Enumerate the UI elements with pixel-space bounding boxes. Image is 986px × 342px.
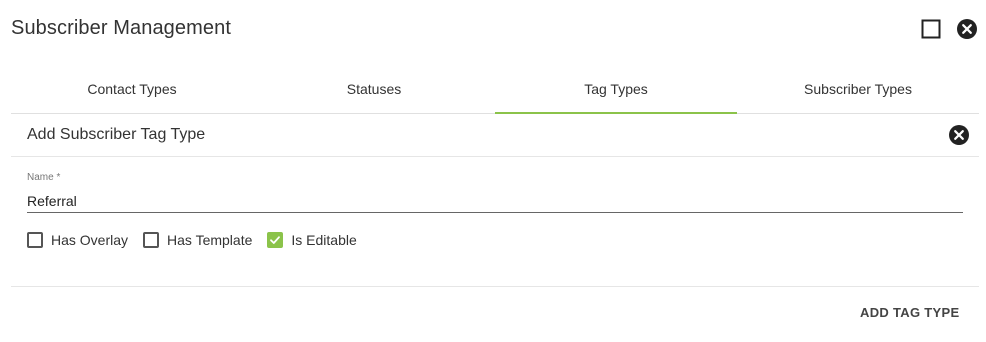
tab-contact-types[interactable]: Contact Types xyxy=(11,66,253,113)
has-overlay-checkbox[interactable]: Has Overlay xyxy=(27,232,128,248)
add-tag-type-button[interactable]: ADD TAG TYPE xyxy=(852,300,967,324)
square-outline-icon xyxy=(921,19,941,39)
name-input[interactable] xyxy=(27,189,963,213)
tab-label: Tag Types xyxy=(584,80,648,97)
checkbox-label: Has Template xyxy=(167,232,253,248)
close-circle-icon xyxy=(949,125,969,145)
tab-label: Subscriber Types xyxy=(804,80,912,97)
checkmark-icon xyxy=(270,236,281,244)
tab-statuses[interactable]: Statuses xyxy=(253,66,495,113)
checkbox-group: Has Overlay Has Template Is Editable xyxy=(27,232,372,248)
panel-title: Add Subscriber Tag Type xyxy=(27,126,206,143)
tab-subscriber-types[interactable]: Subscriber Types xyxy=(737,66,979,113)
tab-label: Contact Types xyxy=(87,80,177,97)
checkbox-label: Is Editable xyxy=(291,232,357,248)
divider xyxy=(11,286,979,287)
is-editable-checkbox[interactable]: Is Editable xyxy=(267,232,357,248)
close-circle-icon xyxy=(957,19,977,39)
checkbox-label: Has Overlay xyxy=(51,232,129,248)
checkbox-box[interactable] xyxy=(27,232,43,248)
close-window-button[interactable] xyxy=(956,18,978,40)
has-template-checkbox[interactable]: Has Template xyxy=(143,232,252,248)
checkbox-box[interactable] xyxy=(143,232,160,248)
divider xyxy=(11,156,979,157)
maximize-button[interactable] xyxy=(921,19,941,39)
name-field-label: Name * xyxy=(27,172,61,183)
tab-label: Statuses xyxy=(346,80,402,97)
close-panel-button[interactable] xyxy=(948,124,970,146)
tab-bar: Contact Types Statuses Tag Types Subscri… xyxy=(11,66,979,114)
tab-tag-types[interactable]: Tag Types xyxy=(495,66,737,114)
checkbox-box[interactable] xyxy=(267,232,284,248)
window-title: Subscriber Management xyxy=(11,17,231,39)
